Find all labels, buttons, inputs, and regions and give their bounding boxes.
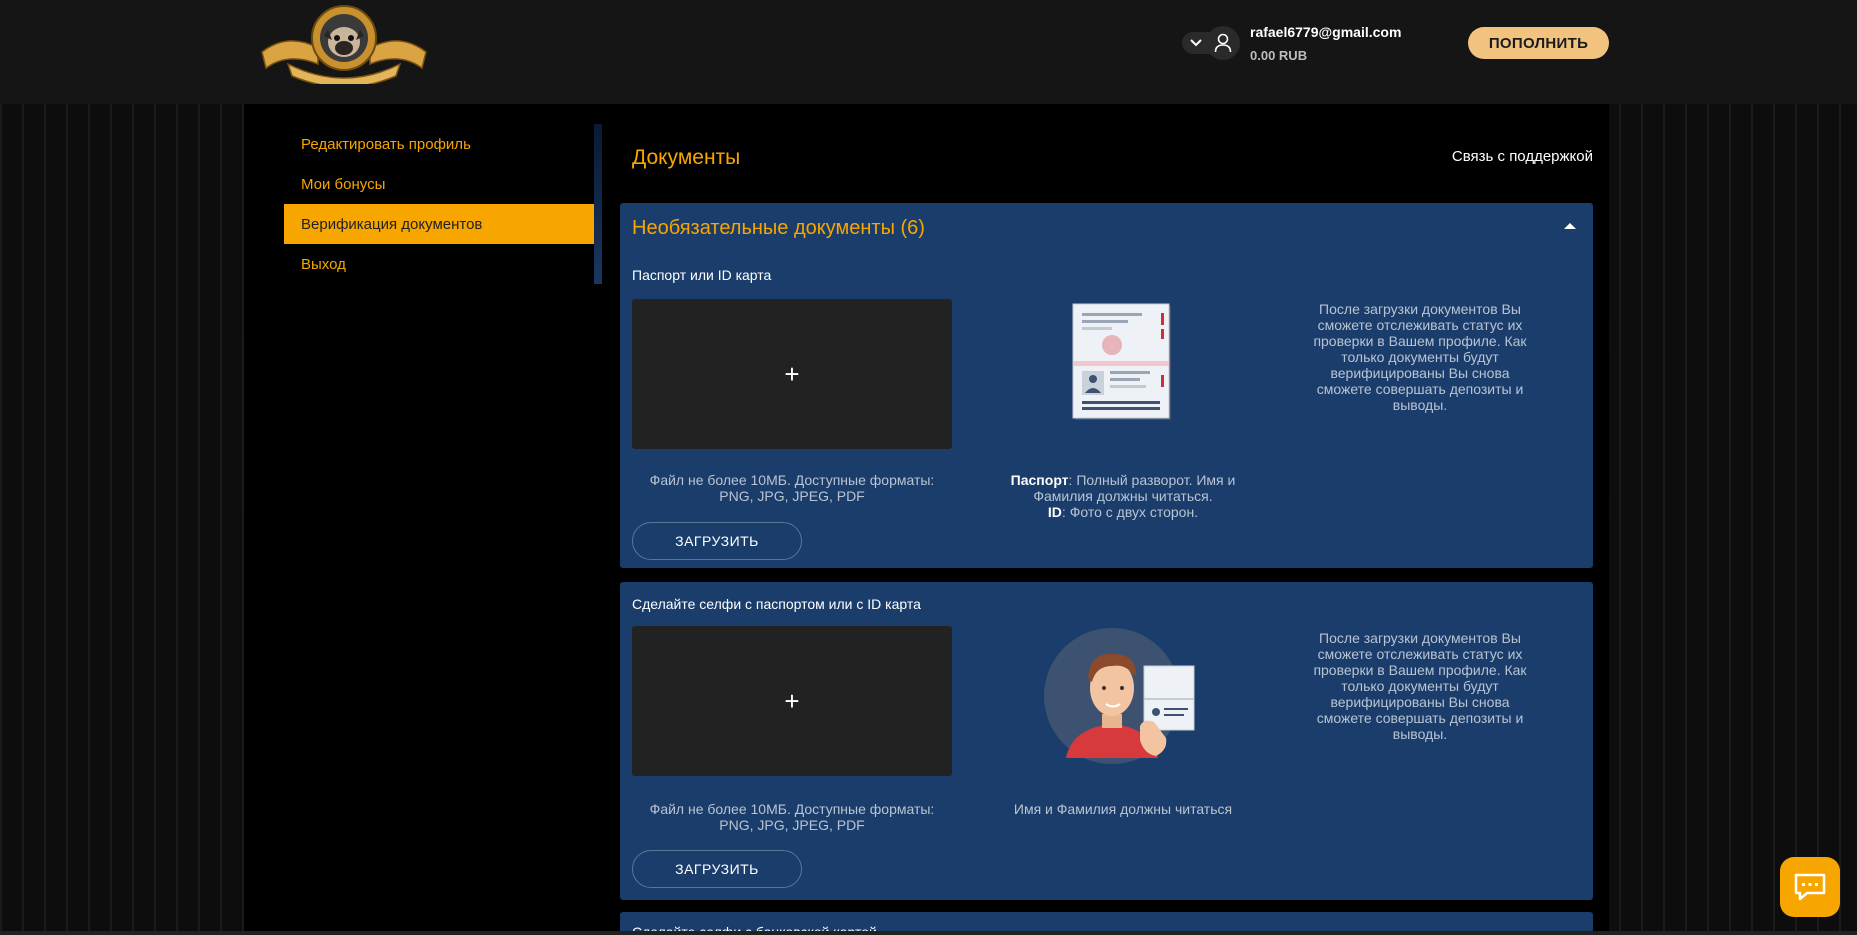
caret-up-icon[interactable] — [1564, 223, 1576, 229]
header: rafael6779@gmail.com 0.00 RUB ПОПОЛНИТЬ — [0, 0, 1857, 104]
caption-text-id: : Фото с двух сторон. — [1061, 504, 1199, 520]
support-link[interactable]: Связь с поддержкой — [1452, 148, 1593, 165]
logo[interactable] — [258, 2, 430, 88]
page-title: Документы — [632, 146, 741, 169]
document-title-passport: Паспорт или ID карта — [632, 267, 772, 283]
passport-caption: Паспорт: Полный разворот. Имя и Фамилия … — [993, 472, 1253, 520]
selfie-caption: Имя и Фамилия должны читаться — [1013, 801, 1233, 817]
chat-icon — [1794, 873, 1826, 901]
user-icon[interactable] — [1206, 26, 1240, 60]
background-bars-right — [1597, 60, 1857, 935]
upload-button-selfie[interactable]: ЗАГРУЗИТЬ — [632, 850, 802, 888]
verification-note: После загрузки документов Вы сможете отс… — [1313, 630, 1527, 742]
user-email: rafael6779@gmail.com — [1250, 23, 1402, 40]
user-balance: 0.00 RUB — [1250, 47, 1308, 63]
sidebar-item-document-verification[interactable]: Верификация документов — [284, 204, 602, 244]
upload-zone-passport[interactable]: + — [632, 299, 952, 449]
passport-illustration — [1072, 303, 1174, 428]
document-title-selfie: Сделайте селфи с паспортом или с ID карт… — [632, 596, 921, 612]
chat-button[interactable] — [1780, 857, 1840, 917]
sidebar-item-my-bonuses[interactable]: Мои бонусы — [284, 164, 594, 204]
upload-hint: Файл не более 10МБ. Доступные форматы: P… — [649, 801, 935, 833]
sidebar-item-edit-profile[interactable]: Редактировать профиль — [284, 124, 594, 164]
selfie-illustration — [1036, 626, 1196, 771]
bottom-scroll-track — [0, 931, 1857, 935]
upload-zone-selfie[interactable]: + — [632, 626, 952, 776]
user-account[interactable]: rafael6779@gmail.com 0.00 RUB — [1182, 18, 1401, 68]
section-title: Необязательные документы (6) — [632, 217, 925, 239]
selfie-document-card: Сделайте селфи с паспортом или с ID карт… — [620, 582, 1593, 900]
main-container: Редактировать профиль Мои бонусы Верифик… — [244, 104, 1609, 935]
topup-button[interactable]: ПОПОЛНИТЬ — [1468, 27, 1609, 59]
upload-button-passport[interactable]: ЗАГРУЗИТЬ — [632, 522, 802, 560]
background-bars-left — [0, 60, 260, 935]
user-info: rafael6779@gmail.com 0.00 RUB — [1250, 24, 1401, 63]
upload-hint: Файл не более 10МБ. Доступные форматы: P… — [649, 472, 935, 504]
optional-documents-card: Необязательные документы (6) Паспорт или… — [620, 203, 1593, 568]
caption-bold-passport: Паспорт — [1010, 472, 1069, 488]
sidebar-divider — [594, 124, 602, 284]
sidebar-item-logout[interactable]: Выход — [284, 244, 594, 284]
caption-bold-id: ID — [1047, 504, 1062, 520]
sidebar: Редактировать профиль Мои бонусы Верифик… — [284, 124, 602, 284]
verification-note: После загрузки документов Вы сможете отс… — [1313, 301, 1527, 413]
